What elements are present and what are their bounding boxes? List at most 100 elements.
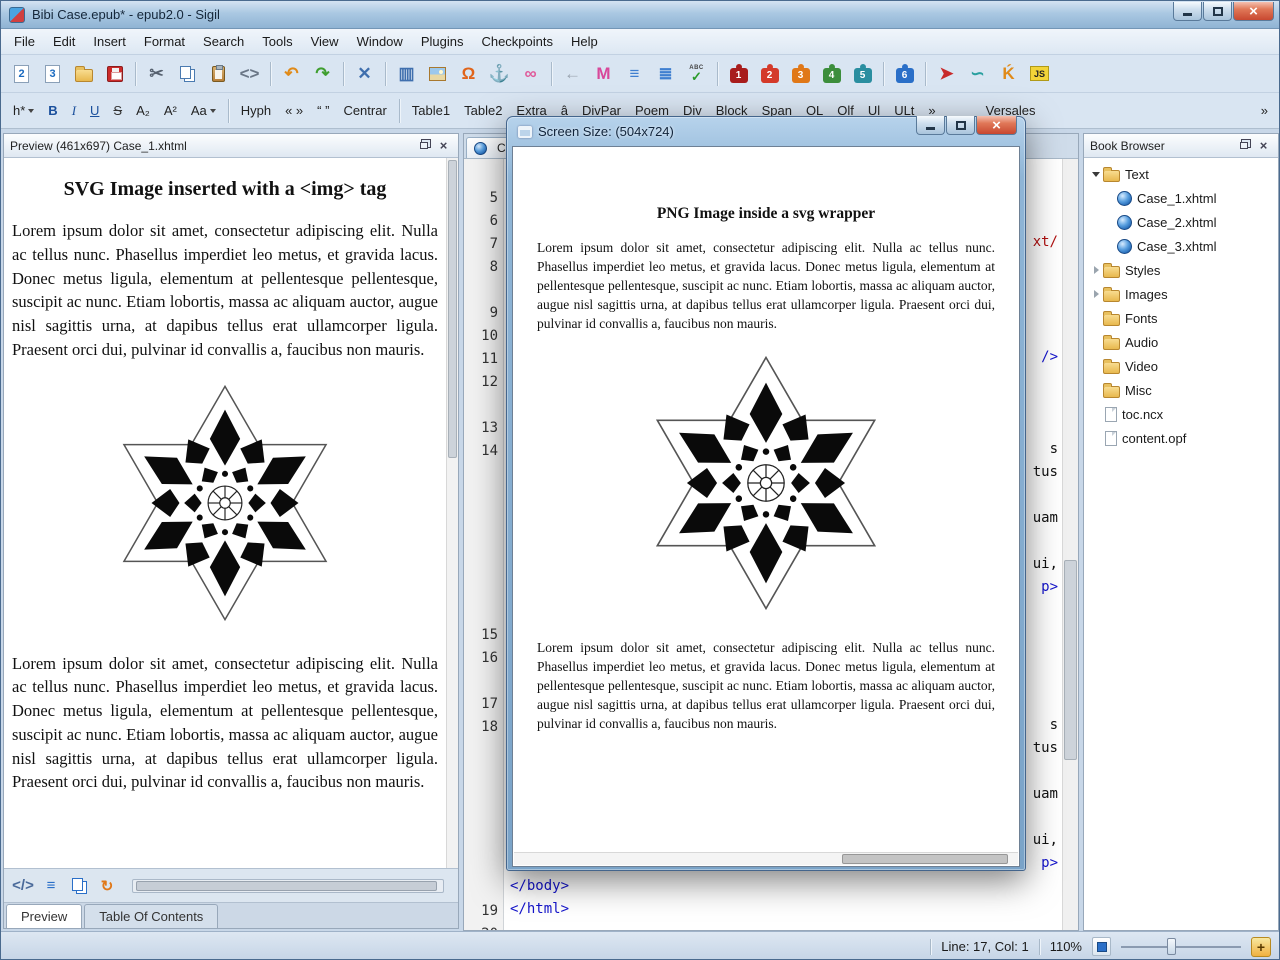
change-case-button[interactable]: Aa — [184, 100, 223, 121]
menu-help[interactable]: Help — [562, 30, 607, 53]
collapsed-arrow-icon[interactable] — [1090, 290, 1102, 298]
redo-button[interactable]: ↷ — [307, 58, 338, 89]
code-view-button[interactable]: </> — [10, 873, 36, 899]
menu-plugins[interactable]: Plugins — [412, 30, 473, 53]
table1-button[interactable]: Table1 — [405, 100, 457, 121]
preview-panel-header[interactable]: Preview (461x697) Case_1.xhtml × — [4, 134, 458, 158]
dialog-horizontal-scrollbar[interactable] — [514, 852, 1018, 865]
undo-button[interactable]: ↶ — [276, 58, 307, 89]
quotes-button[interactable]: “ ” — [310, 100, 336, 121]
plugin-6-button[interactable]: 6 — [889, 58, 920, 89]
dialog-title-bar[interactable]: Screen Size: (504x724) × — [512, 117, 1020, 146]
preview-vertical-scrollbar[interactable] — [446, 158, 458, 868]
subscript-button[interactable]: A₂ — [129, 100, 157, 121]
refresh-button[interactable]: ↻ — [94, 873, 120, 899]
plugin-5-button[interactable]: 5 — [847, 58, 878, 89]
editor-vertical-scrollbar[interactable] — [1062, 159, 1078, 930]
underline-button[interactable]: U — [83, 100, 106, 121]
bold-button[interactable]: B — [41, 100, 64, 121]
tree-item-case-1-xhtml[interactable]: Case_1.xhtml — [1084, 186, 1278, 210]
plugin-2-button[interactable]: 2 — [754, 58, 785, 89]
table2-button[interactable]: Table2 — [457, 100, 509, 121]
menu-view[interactable]: View — [302, 30, 348, 53]
collapsed-arrow-icon[interactable] — [1090, 266, 1102, 274]
preview-horizontal-scrollbar[interactable] — [132, 879, 444, 893]
book-browser-header[interactable]: Book Browser × — [1084, 134, 1278, 158]
maximize-button[interactable] — [946, 116, 975, 135]
toolbar-overflow-right-button[interactable]: » — [1254, 100, 1275, 121]
centrar-button[interactable]: Centrar — [336, 100, 393, 121]
js-console-button[interactable]: JS — [1024, 58, 1055, 89]
maximize-button[interactable] — [1203, 2, 1232, 21]
zoom-slider[interactable] — [1121, 937, 1241, 956]
insert-anchor-button[interactable]: ⚓ — [484, 58, 515, 89]
plugin-3-button[interactable]: 3 — [785, 58, 816, 89]
scrollbar-thumb[interactable] — [842, 854, 1008, 864]
guillemets-button[interactable]: « » — [278, 100, 310, 121]
new-epub3-button[interactable]: 3 — [37, 58, 68, 89]
menu-checkpoints[interactable]: Checkpoints — [472, 30, 562, 53]
flightcrew-button[interactable]: ∽ — [962, 58, 993, 89]
scrollbar-thumb[interactable] — [448, 160, 457, 458]
menu-file[interactable]: File — [5, 30, 44, 53]
open-button[interactable] — [68, 58, 99, 89]
inspect-list-button[interactable]: ≡ — [38, 873, 64, 899]
tree-item-text[interactable]: Text — [1084, 162, 1278, 186]
cut-button[interactable]: ✂ — [141, 58, 172, 89]
zoom-slider-thumb[interactable] — [1167, 938, 1176, 955]
split-section-button[interactable]: ▥ — [391, 58, 422, 89]
undock-button[interactable] — [415, 138, 432, 153]
zoom-reset-button[interactable] — [1092, 937, 1111, 956]
hyph-button[interactable]: Hyph — [234, 100, 278, 121]
tree-item-misc[interactable]: Misc — [1084, 378, 1278, 402]
tree-item-case-2-xhtml[interactable]: Case_2.xhtml — [1084, 210, 1278, 234]
close-panel-button[interactable]: × — [1255, 138, 1272, 153]
generate-toc-button[interactable]: ≡ — [619, 58, 650, 89]
tree-item-audio[interactable]: Audio — [1084, 330, 1278, 354]
close-button[interactable]: × — [1233, 2, 1274, 21]
tree-item-fonts[interactable]: Fonts — [1084, 306, 1278, 330]
metadata-editor-button[interactable]: M — [588, 58, 619, 89]
menu-window[interactable]: Window — [348, 30, 412, 53]
menu-format[interactable]: Format — [135, 30, 194, 53]
menu-search[interactable]: Search — [194, 30, 253, 53]
new-epub2-button[interactable]: 2 — [6, 58, 37, 89]
back-button[interactable]: ← — [557, 58, 588, 89]
superscript-button[interactable]: A² — [157, 100, 184, 121]
tab-preview[interactable]: Preview — [6, 904, 82, 928]
menu-edit[interactable]: Edit — [44, 30, 84, 53]
strikethrough-button[interactable]: S — [106, 100, 129, 121]
plugin-1-button[interactable]: 1 — [723, 58, 754, 89]
close-button[interactable]: × — [976, 116, 1017, 135]
scrollbar-thumb[interactable] — [1064, 560, 1077, 760]
close-panel-button[interactable]: × — [435, 138, 452, 153]
italic-button[interactable]: I — [65, 100, 83, 122]
spellcheck-button[interactable]: ABC✓ — [681, 58, 712, 89]
epubcheck-button[interactable]: ➤ — [931, 58, 962, 89]
insert-file-button[interactable] — [422, 58, 453, 89]
plugin-4-button[interactable]: 4 — [816, 58, 847, 89]
insert-link-button[interactable]: ∞ — [515, 58, 546, 89]
tab-table-of-contents[interactable]: Table Of Contents — [84, 904, 218, 928]
expanded-arrow-icon[interactable] — [1090, 172, 1102, 177]
tree-item-styles[interactable]: Styles — [1084, 258, 1278, 282]
code-view-button[interactable]: <> — [234, 58, 265, 89]
scrollbar-thumb[interactable] — [136, 881, 437, 891]
heading-button[interactable]: h* — [6, 100, 41, 121]
special-characters-button[interactable]: Ω — [453, 58, 484, 89]
tree-item-toc-ncx[interactable]: toc.ncx — [1084, 402, 1278, 426]
tree-item-images[interactable]: Images — [1084, 282, 1278, 306]
paste-button[interactable] — [203, 58, 234, 89]
save-button[interactable] — [99, 58, 130, 89]
copy-button[interactable] — [172, 58, 203, 89]
edit-toc-button[interactable]: ≣ — [650, 58, 681, 89]
copy-selection-button[interactable] — [66, 873, 92, 899]
menu-insert[interactable]: Insert — [84, 30, 135, 53]
minimize-button[interactable] — [1173, 2, 1202, 21]
minimize-button[interactable] — [916, 116, 945, 135]
find-replace-button[interactable]: ✕ — [349, 58, 380, 89]
tree-item-content-opf[interactable]: content.opf — [1084, 426, 1278, 450]
undock-button[interactable] — [1235, 138, 1252, 153]
tree-item-case-3-xhtml[interactable]: Case_3.xhtml — [1084, 234, 1278, 258]
title-bar[interactable]: Bibi Case.epub* - epub2.0 - Sigil × — [1, 1, 1279, 29]
